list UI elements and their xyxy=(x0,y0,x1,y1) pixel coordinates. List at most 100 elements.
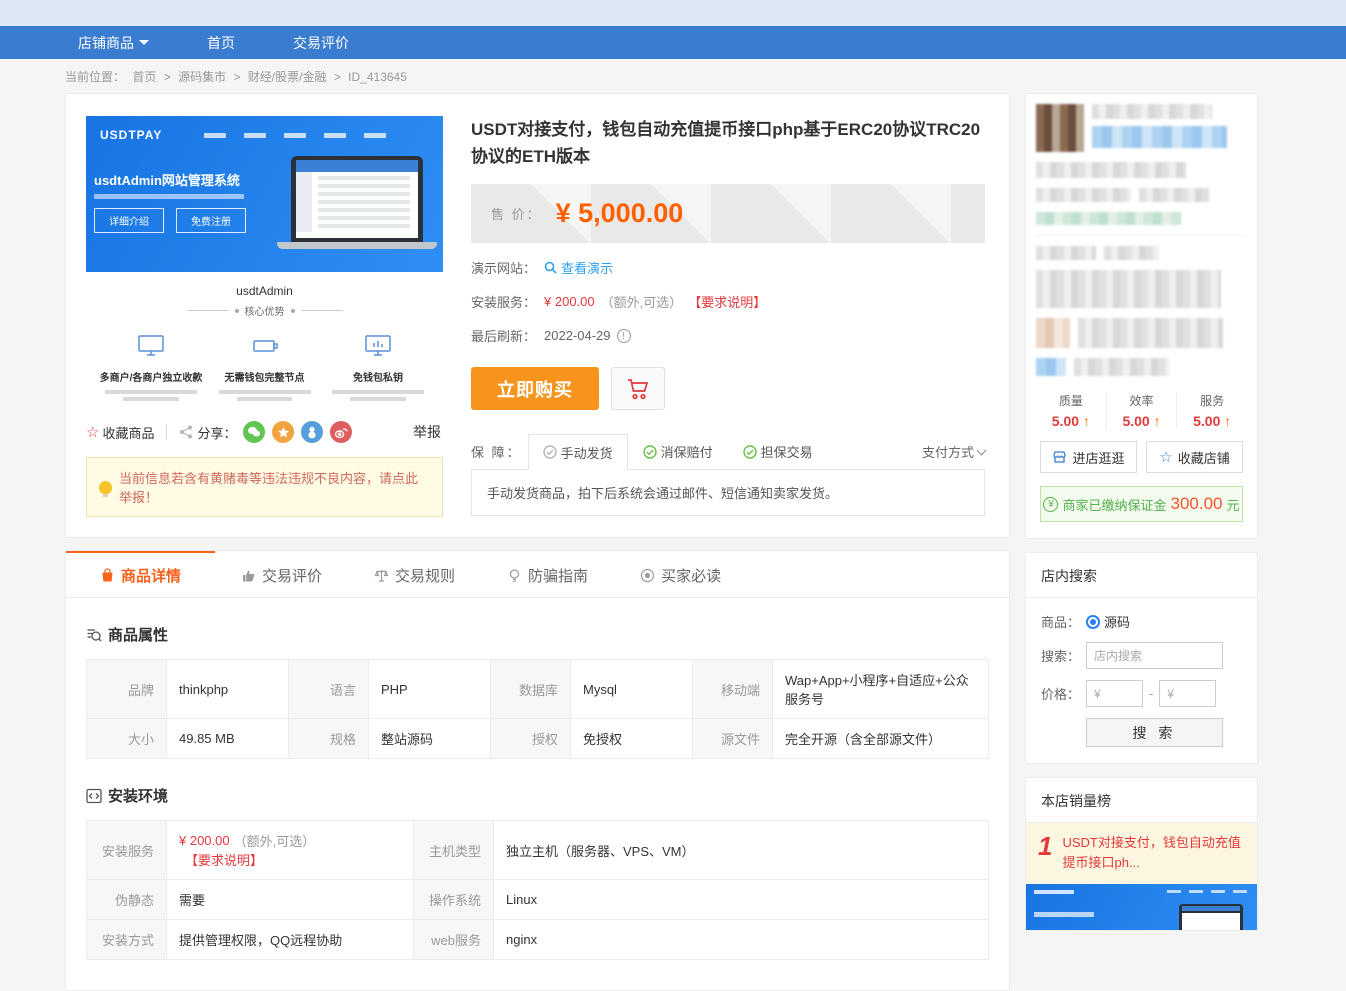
shop-search-panel: 店内搜索 商品： 源码 搜索： 价格： - 搜 索 xyxy=(1025,552,1258,764)
price-max-input[interactable] xyxy=(1159,680,1216,707)
star-icon: ☆ xyxy=(86,423,99,441)
bag-icon xyxy=(100,568,115,583)
rank-product-title: USDT对接支付，钱包自动充值提币接口ph... xyxy=(1062,833,1245,872)
hero-footer-title: usdtAdmin xyxy=(86,284,443,298)
share-icon xyxy=(179,425,193,439)
breadcrumb-product-id: ID_413645 xyxy=(348,70,407,84)
info-icon[interactable]: ! xyxy=(617,329,631,343)
section-product-attributes: 商品属性 xyxy=(86,624,989,645)
price-value: ¥ 5,000.00 xyxy=(556,198,684,229)
add-to-cart-button[interactable] xyxy=(611,367,665,410)
breadcrumb-separator: > xyxy=(334,70,341,84)
report-warning-banner[interactable]: 当前信息若含有黄赌毒等违法违规不良内容，请点此举报！ xyxy=(86,457,443,517)
feature-desc-placeholder xyxy=(332,390,424,401)
hero-register-button: 免费注册 xyxy=(176,208,246,233)
lamp-icon xyxy=(507,568,522,583)
nav-item-home[interactable]: 首页 xyxy=(207,33,235,53)
thumb-up-icon xyxy=(241,568,256,583)
install-requirements-link[interactable]: 【要求说明】 xyxy=(688,292,766,311)
guarantee-label: 保 障： xyxy=(471,442,522,469)
laptop-mockup xyxy=(277,156,437,249)
install-requirements-link[interactable]: 【要求说明】 xyxy=(185,850,263,869)
yen-icon: ¥ xyxy=(1043,497,1058,512)
product-image-footer: usdtAdmin 核心优势 多商户/各商户独立收款 xyxy=(86,272,443,409)
ranking-item[interactable]: 1 USDT对接支付，钱包自动充值提币接口ph... xyxy=(1026,823,1257,884)
doc-search-icon xyxy=(86,627,102,643)
table-row: 品牌 thinkphp 语言 PHP 数据库 Mysql 移动端 Wap+App… xyxy=(87,660,988,719)
search-price-label: 价格： xyxy=(1041,684,1086,703)
nav-item-trade-reviews[interactable]: 交易评价 xyxy=(293,33,349,53)
wallet-icon xyxy=(251,345,279,362)
tab-trade-reviews[interactable]: 交易评价 xyxy=(215,551,348,597)
view-demo-link[interactable]: 查看演示 xyxy=(544,258,613,277)
guarantee-tab-escrow[interactable]: 担保交易 xyxy=(728,434,828,469)
guarantee-tab-manual-delivery[interactable]: 手动发货 xyxy=(528,434,628,470)
table-row: 安装方式 提供管理权限，QQ远程协助 web服务 nginx xyxy=(87,920,988,960)
shop-search-title: 店内搜索 xyxy=(1026,553,1257,598)
nav-item-shop-products[interactable]: 店铺商品 xyxy=(78,33,149,53)
shop-search-button[interactable]: 搜 索 xyxy=(1086,718,1223,747)
tab-antifraud-guide[interactable]: 防骗指南 xyxy=(481,551,614,597)
weibo-share-icon[interactable] xyxy=(330,421,352,443)
chevron-down-icon xyxy=(977,445,987,455)
demo-site-label: 演示网站： xyxy=(471,258,536,277)
feature-title: 多商户/各商户独立收款 xyxy=(96,369,206,384)
star-icon: ☆ xyxy=(1159,448,1172,466)
shop-search-input[interactable] xyxy=(1086,642,1223,669)
avatar xyxy=(1036,104,1084,152)
section-install-environment: 安装环境 xyxy=(86,785,989,806)
breadcrumb-separator: > xyxy=(164,70,171,84)
tab-product-details[interactable]: 商品详情 xyxy=(66,551,215,597)
sales-ranking-panel: 本店销量榜 1 USDT对接支付，钱包自动充值提币接口ph... xyxy=(1025,777,1258,931)
nav-item-label: 店铺商品 xyxy=(78,33,134,53)
seller-info-redacted xyxy=(1026,94,1257,386)
breadcrumb: 当前位置： 首页 > 源码集市 > 财经/股票/金融 > ID_413645 xyxy=(0,59,1346,93)
breadcrumb-category-link[interactable]: 财经/股票/金融 xyxy=(248,70,327,84)
buy-now-button[interactable]: 立即购买 xyxy=(471,367,599,410)
hero-footer-subtitle: 核心优势 xyxy=(245,303,285,318)
arrow-up-icon: ↑ xyxy=(1154,413,1161,429)
target-icon xyxy=(640,568,655,583)
rating-quality: 质量 5.00 ↑ xyxy=(1036,392,1106,429)
payment-methods-toggle[interactable]: 支付方式 xyxy=(922,442,985,469)
breadcrumb-separator: > xyxy=(233,70,240,84)
install-price: ¥ 200.00 xyxy=(179,833,230,848)
nav-item-label: 首页 xyxy=(207,33,235,53)
search-keyword-label: 搜索： xyxy=(1041,646,1086,665)
bulb-icon xyxy=(99,481,112,494)
breadcrumb-market-link[interactable]: 源码集市 xyxy=(178,70,226,84)
search-icon xyxy=(544,261,557,274)
check-circle-icon xyxy=(743,445,757,459)
favorite-shop-button[interactable]: ☆ 收藏店铺 xyxy=(1146,441,1243,473)
tab-buyer-must-read[interactable]: 买家必读 xyxy=(614,551,747,597)
tab-trade-rules[interactable]: 交易规则 xyxy=(348,551,481,597)
install-service-note: （额外,可选） xyxy=(601,292,683,311)
price-min-input[interactable] xyxy=(1086,680,1143,707)
install-service-price: ¥ 200.00 xyxy=(544,294,595,309)
search-type-label: 商品： xyxy=(1041,612,1086,631)
rank-product-thumbnail[interactable] xyxy=(1026,884,1257,930)
favorite-product-button[interactable]: 收藏商品 xyxy=(102,423,154,442)
seller-ratings: 质量 5.00 ↑ 效率 5.00 ↑ 服务 5.00 ↑ xyxy=(1026,386,1257,441)
wechat-share-icon[interactable] xyxy=(243,421,265,443)
scale-icon xyxy=(374,568,389,583)
arrow-up-icon: ↑ xyxy=(1224,413,1231,429)
product-gallery: USDTPAY usdtAdmin网站管理系统 详细介绍 免费注册 xyxy=(86,116,443,517)
feature-desc-placeholder xyxy=(105,390,197,401)
product-summary-card: USDTPAY usdtAdmin网站管理系统 详细介绍 免费注册 xyxy=(65,93,1010,538)
qzone-share-icon[interactable] xyxy=(272,421,294,443)
report-link[interactable]: 举报 xyxy=(413,422,441,442)
breadcrumb-home-link[interactable]: 首页 xyxy=(132,70,156,84)
guarantee-tab-consumer-protection[interactable]: 消保赔付 xyxy=(628,434,728,469)
monitor-chart-icon xyxy=(364,345,392,362)
product-image[interactable]: USDTPAY usdtAdmin网站管理系统 详细介绍 免费注册 xyxy=(86,116,443,272)
visit-shop-button[interactable]: 进店逛逛 xyxy=(1040,441,1137,473)
hero-nav-placeholder xyxy=(204,133,386,138)
attributes-table: 品牌 thinkphp 语言 PHP 数据库 Mysql 移动端 Wap+App… xyxy=(86,659,989,759)
cart-icon xyxy=(626,378,650,400)
qq-share-icon[interactable] xyxy=(301,421,323,443)
radio-source-code[interactable] xyxy=(1086,615,1100,629)
rank-number: 1 xyxy=(1038,833,1052,872)
breadcrumb-label: 当前位置： xyxy=(65,70,125,84)
price-label: 售 价： xyxy=(491,204,542,223)
